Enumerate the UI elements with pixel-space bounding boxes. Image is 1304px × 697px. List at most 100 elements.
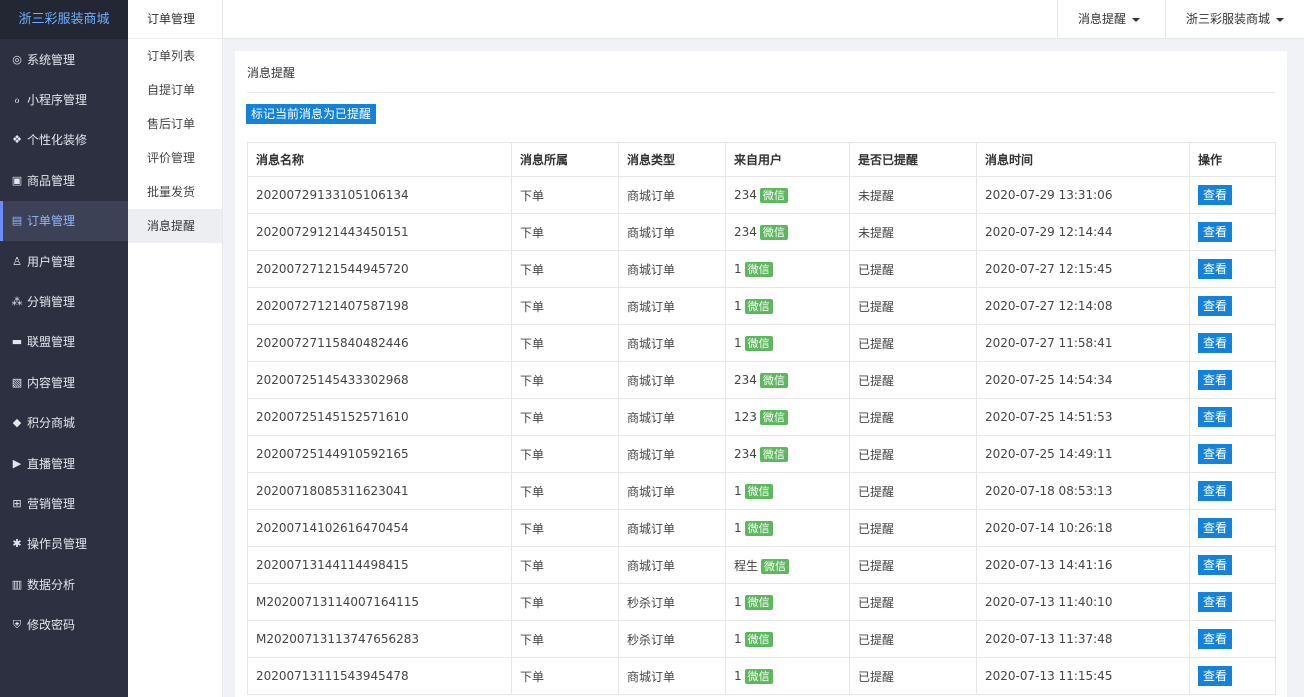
view-button[interactable]: 查看: [1198, 629, 1233, 649]
sidebar-item-7[interactable]: ▬ 联盟管理: [0, 322, 128, 362]
marketing-icon: ⊞: [12, 496, 22, 510]
notify-dropdown[interactable]: 消息提醒: [1056, 0, 1160, 39]
message-belong-cell: 下单: [511, 583, 619, 621]
sidebar-item-8[interactable]: ▧ 内容管理: [0, 362, 128, 402]
reminded-status-cell: 已提醒: [849, 287, 977, 325]
view-button[interactable]: 查看: [1198, 555, 1233, 575]
sidebar-item-0[interactable]: ◎ 系统管理: [0, 39, 128, 79]
subnav-item-4[interactable]: 批量发货: [128, 175, 222, 209]
wechat-badge: 微信: [759, 224, 788, 240]
sidebar: 浙三彩服装商城 ◎ 系统管理 ℴ 小程序管理 ❖ 个性化装修 ▣ 商品管理 ▤ 订单管理 ♙ 用户管理…: [0, 0, 128, 697]
view-button[interactable]: 查看: [1198, 481, 1233, 501]
sidebar-item-6[interactable]: ⁂ 分销管理: [0, 281, 128, 321]
message-type-cell: 商城订单: [618, 546, 726, 584]
subnav-item-3[interactable]: 评价管理: [128, 141, 222, 175]
sidebar-item-10[interactable]: ▶ 直播管理: [0, 443, 128, 483]
view-button[interactable]: 查看: [1198, 222, 1233, 242]
table-row: 20200727121544945720 下单 商城订单 1 微信 已提醒 2020-07-…: [247, 250, 1276, 288]
table-row: 20200729121443450151 下单 商城订单 234 微信 未提醒 2020-0…: [247, 213, 1276, 251]
message-time-cell: 2020-07-29 12:14:44: [976, 213, 1190, 251]
message-belong-cell: 下单: [511, 250, 619, 288]
message-time-cell: 2020-07-27 11:58:41: [976, 324, 1190, 362]
message-name-cell: M20200713113747656283: [247, 620, 512, 658]
view-button[interactable]: 查看: [1198, 407, 1233, 427]
view-button[interactable]: 查看: [1198, 666, 1233, 686]
action-cell: 查看: [1189, 583, 1276, 621]
subnav-item-2[interactable]: 售后订单: [128, 107, 222, 141]
sidebar-item-12[interactable]: ✱ 操作员管理: [0, 524, 128, 564]
store-icon: ▬: [11, 335, 23, 349]
view-button[interactable]: 查看: [1198, 370, 1233, 390]
wechat-badge: 微信: [761, 558, 790, 574]
from-user-cell: 程生 微信: [725, 546, 850, 584]
reminded-status-cell: 已提醒: [849, 324, 977, 362]
message-belong-cell: 下单: [511, 213, 619, 251]
view-button[interactable]: 查看: [1198, 518, 1233, 538]
from-user-cell: 1 微信: [725, 324, 850, 362]
message-type-cell: 商城订单: [618, 398, 726, 436]
message-name-cell: M20200713114007164115: [247, 583, 512, 621]
view-button[interactable]: 查看: [1198, 296, 1233, 316]
message-belong-cell: 下单: [511, 657, 619, 695]
view-button[interactable]: 查看: [1198, 592, 1233, 612]
gear-circle-icon: ◎: [12, 52, 22, 66]
sidebar-item-label: 内容管理: [27, 375, 76, 390]
store-dropdown-label: 浙三彩服装商城: [1185, 12, 1270, 26]
column-header: 来自用户: [725, 142, 850, 177]
view-button[interactable]: 查看: [1198, 259, 1233, 279]
message-time-cell: 2020-07-25 14:51:53: [976, 398, 1190, 436]
column-header: 是否已提醒: [849, 142, 977, 177]
table-row: 20200718085311623041 下单 商城订单 1 微信 已提醒 2020-07-…: [247, 472, 1276, 510]
message-time-cell: 2020-07-27 12:15:45: [976, 250, 1190, 288]
action-cell: 查看: [1189, 509, 1276, 547]
wechat-badge: 微信: [744, 298, 773, 314]
user-name: 234: [734, 187, 757, 202]
user-name: 1: [734, 335, 742, 350]
message-belong-cell: 下单: [511, 361, 619, 399]
sidebar-item-1[interactable]: ℴ 小程序管理: [0, 79, 128, 119]
table-body: 20200729133105106134 下单 商城订单 234 微信 未提醒 2020-0…: [247, 176, 1276, 695]
table-row: 20200725145433302968 下单 商城订单 234 微信 已提醒 2020-0…: [247, 361, 1276, 399]
sidebar-item-label: 订单管理: [27, 214, 76, 229]
table-row: 20200727115840482446 下单 商城订单 1 微信 已提醒 2020-07-…: [247, 324, 1276, 362]
sidebar-item-9[interactable]: ◆ 积分商城: [0, 403, 128, 443]
sidebar-item-13[interactable]: ▥ 数据分析: [0, 564, 128, 604]
sidebar-item-5[interactable]: ♙ 用户管理: [0, 241, 128, 281]
view-button[interactable]: 查看: [1198, 333, 1233, 353]
action-cell: 查看: [1189, 546, 1276, 584]
message-type-cell: 秒杀订单: [618, 583, 726, 621]
sidebar-item-2[interactable]: ❖ 个性化装修: [0, 120, 128, 160]
sidebar-item-label: 直播管理: [27, 456, 76, 471]
table-row: M20200713114007164115 下单 秒杀订单 1 微信 已提醒 2020-07…: [247, 583, 1276, 621]
sidebar-item-4[interactable]: ▤ 订单管理: [0, 200, 128, 241]
store-dropdown[interactable]: 浙三彩服装商城: [1164, 0, 1304, 39]
from-user-cell: 234 微信: [725, 361, 850, 399]
brand-logo-text[interactable]: 浙三彩服装商城: [0, 0, 128, 39]
action-cell: 查看: [1189, 287, 1276, 325]
message-type-cell: 商城订单: [618, 250, 726, 288]
message-type-cell: 商城订单: [618, 213, 726, 251]
message-belong-cell: 下单: [511, 472, 619, 510]
message-time-cell: 2020-07-13 11:15:45: [976, 657, 1190, 695]
message-name-cell: 20200725144910592165: [247, 435, 512, 473]
sidebar-item-11[interactable]: ⊞ 营销管理: [0, 483, 128, 523]
from-user-cell: 234 微信: [725, 176, 850, 214]
view-button[interactable]: 查看: [1198, 185, 1233, 205]
sidebar-item-3[interactable]: ▣ 商品管理: [0, 160, 128, 200]
caret-down-icon: [1276, 17, 1284, 22]
message-time-cell: 2020-07-18 08:53:13: [976, 472, 1190, 510]
mark-all-reminded-button[interactable]: 标记当前消息为已提醒: [246, 104, 377, 124]
subnav-item-5[interactable]: 消息提醒: [128, 209, 222, 243]
sidebar-item-label: 操作员管理: [27, 537, 88, 552]
action-cell: 查看: [1189, 398, 1276, 436]
subnav-item-1[interactable]: 自提订单: [128, 73, 222, 107]
column-header: 消息类型: [618, 142, 726, 177]
message-time-cell: 2020-07-13 11:37:48: [976, 620, 1190, 658]
subnav-list: 订单列表 自提订单 售后订单 评价管理 批量发货 消息提醒: [128, 39, 222, 243]
reminded-status-cell: 已提醒: [849, 361, 977, 399]
reminded-status-cell: 已提醒: [849, 657, 977, 695]
subnav-item-0[interactable]: 订单列表: [128, 39, 222, 73]
message-name-cell: 20200727121544945720: [247, 250, 512, 288]
sidebar-item-14[interactable]: ⛨ 修改密码: [0, 604, 128, 644]
view-button[interactable]: 查看: [1198, 444, 1233, 464]
